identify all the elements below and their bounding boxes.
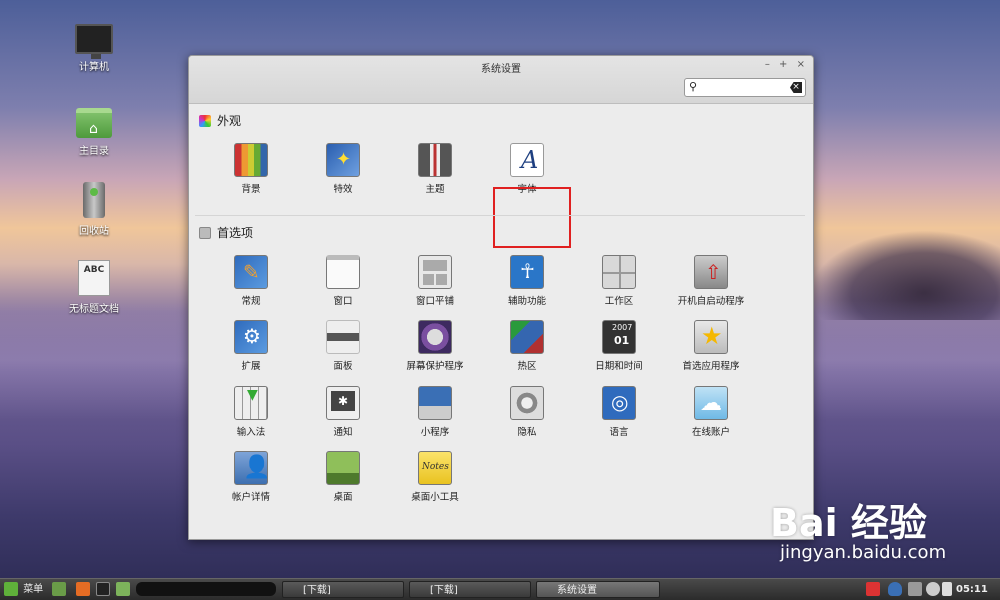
settings-item-accessibility[interactable]: ☥ 辅助功能 — [482, 255, 572, 307]
settings-item-account-details[interactable]: 👤 帐户详情 — [206, 451, 296, 503]
panel-icon — [326, 320, 360, 354]
user-icon[interactable] — [926, 582, 940, 596]
settings-item-window-tiling[interactable]: 窗口平铺 — [390, 255, 480, 307]
document-icon: ABC — [78, 260, 110, 296]
section-header-appearance: 外观 — [199, 112, 241, 129]
baidu-watermark-url: jingyan.baidu.com — [780, 542, 947, 563]
highlight-box — [493, 187, 571, 248]
files-icon[interactable] — [116, 582, 130, 596]
menu-button[interactable]: 菜单 — [4, 581, 43, 598]
firefox-icon[interactable] — [76, 582, 90, 596]
date-time-icon: 2007 01 — [602, 320, 636, 354]
settings-item-privacy[interactable]: 隐私 — [482, 386, 572, 438]
settings-content: 外观 背景 ✦ 特效 主题 A 字体 首选项 ✎ 常规 窗口 窗口平铺 ☥ 辅助… — [189, 105, 813, 539]
themes-icon — [418, 143, 452, 177]
taskbar-window-downloads-2[interactable]: [下载] — [409, 581, 531, 598]
account-details-icon: 👤 — [234, 451, 268, 485]
accessibility-icon: ☥ — [510, 255, 544, 289]
settings-item-workspaces[interactable]: 工作区 — [574, 255, 664, 307]
settings-item-general[interactable]: ✎ 常规 — [206, 255, 296, 307]
settings-item-panel[interactable]: 面板 — [298, 320, 388, 372]
desktop-icon-label: 计算机 — [79, 62, 109, 73]
desklets-icon: Notes — [418, 451, 452, 485]
system-settings-window: 系统设置 – + × ⚲ × 外观 背景 ✦ 特效 主题 A 字体 首选项 ✎ … — [188, 55, 814, 540]
settings-item-applets[interactable]: 小程序 — [390, 386, 480, 438]
settings-item-notifications[interactable]: ✱ 通知 — [298, 386, 388, 438]
window-tiling-icon — [418, 255, 452, 289]
desktop-icon-label: 回收站 — [79, 226, 109, 237]
settings-item-desktop[interactable]: 桌面 — [298, 451, 388, 503]
preferred-apps-icon: ★ — [694, 320, 728, 354]
appearance-icon — [199, 114, 211, 127]
settings-item-input-method[interactable]: ▼ 输入法 — [206, 386, 296, 438]
show-desktop-icon[interactable] — [52, 582, 66, 596]
desktop-icon — [326, 451, 360, 485]
taskbar-window-system-settings[interactable]: 系统设置 — [536, 581, 660, 598]
input-method-icon: ▼ — [234, 386, 268, 420]
settings-item-startup[interactable]: ⇧ 开机自启动程序 — [666, 255, 756, 307]
screensaver-icon — [418, 320, 452, 354]
background-icon — [234, 143, 268, 177]
settings-item-hot-corners[interactable]: 热区 — [482, 320, 572, 372]
hot-corners-icon — [510, 320, 544, 354]
settings-item-effects[interactable]: ✦ 特效 — [298, 143, 388, 195]
notifications-icon: ✱ — [326, 386, 360, 420]
desktop-icon-home[interactable]: ⌂ 主目录 — [54, 108, 134, 157]
extensions-icon: ⚙ — [234, 320, 268, 354]
settings-item-screensaver[interactable]: 屏幕保护程序 — [390, 320, 480, 372]
mint-logo-icon — [4, 582, 18, 596]
search-icon: ⚲ — [689, 80, 698, 93]
applets-icon — [418, 386, 452, 420]
notification-icon[interactable] — [866, 582, 880, 596]
section-title: 外观 — [217, 114, 242, 128]
settings-item-preferred-apps[interactable]: ★ 首选应用程序 — [666, 320, 756, 372]
privacy-icon — [510, 386, 544, 420]
terminal-icon[interactable] — [96, 582, 110, 596]
taskbar-window-downloads-1[interactable]: [下载] — [282, 581, 404, 598]
effects-icon: ✦ — [326, 143, 360, 177]
shield-icon[interactable] — [888, 582, 902, 596]
section-divider — [195, 215, 805, 216]
network-icon[interactable] — [908, 582, 922, 596]
window-controls: – + × — [759, 59, 805, 70]
startup-icon: ⇧ — [694, 255, 728, 289]
trash-icon — [83, 182, 105, 218]
online-accounts-icon: ☁ — [694, 386, 728, 420]
clock[interactable]: 05:11 — [956, 581, 988, 598]
section-header-preferences: 首选项 — [199, 224, 253, 241]
clear-search-icon[interactable]: × — [790, 82, 802, 93]
taskbar: 菜单 [下载] [下载] 系统设置 05:11 — [0, 578, 1000, 600]
search-input[interactable]: ⚲ × — [684, 78, 806, 97]
maximize-button[interactable]: + — [779, 59, 787, 70]
workspaces-icon — [602, 255, 636, 289]
preferences-icon — [199, 226, 211, 239]
baidu-watermark: Bai 经验 — [770, 501, 927, 545]
settings-item-date-time[interactable]: 2007 01 日期和时间 — [574, 320, 664, 372]
desktop-icon-computer[interactable]: 计算机 — [54, 24, 134, 73]
settings-item-desklets[interactable]: Notes 桌面小工具 — [390, 451, 480, 503]
home-folder-icon: ⌂ — [76, 108, 112, 138]
settings-item-languages[interactable]: ◎ 语言 — [574, 386, 664, 438]
fonts-icon: A — [510, 143, 544, 177]
settings-item-background[interactable]: 背景 — [206, 143, 296, 195]
minimize-button[interactable]: – — [765, 59, 770, 70]
power-icon[interactable] — [942, 582, 952, 596]
settings-item-themes[interactable]: 主题 — [390, 143, 480, 195]
window-titlebar[interactable]: 系统设置 – + × ⚲ × — [189, 56, 813, 104]
section-title: 首选项 — [217, 226, 254, 240]
settings-item-windows[interactable]: 窗口 — [298, 255, 388, 307]
desktop-icon-label: 无标题文档 — [69, 304, 119, 315]
settings-item-online-accounts[interactable]: ☁ 在线账户 — [666, 386, 756, 438]
desktop-icon-trash[interactable]: 回收站 — [54, 182, 134, 237]
general-icon: ✎ — [234, 255, 268, 289]
computer-icon — [75, 24, 113, 59]
window-title: 系统设置 — [481, 64, 521, 75]
desktop-icon-document[interactable]: ABC 无标题文档 — [54, 260, 134, 315]
redacted-area — [136, 582, 276, 596]
windows-icon — [326, 255, 360, 289]
settings-item-extensions[interactable]: ⚙ 扩展 — [206, 320, 296, 372]
close-button[interactable]: × — [797, 59, 805, 70]
desktop-icon-label: 主目录 — [79, 146, 109, 157]
languages-icon: ◎ — [602, 386, 636, 420]
